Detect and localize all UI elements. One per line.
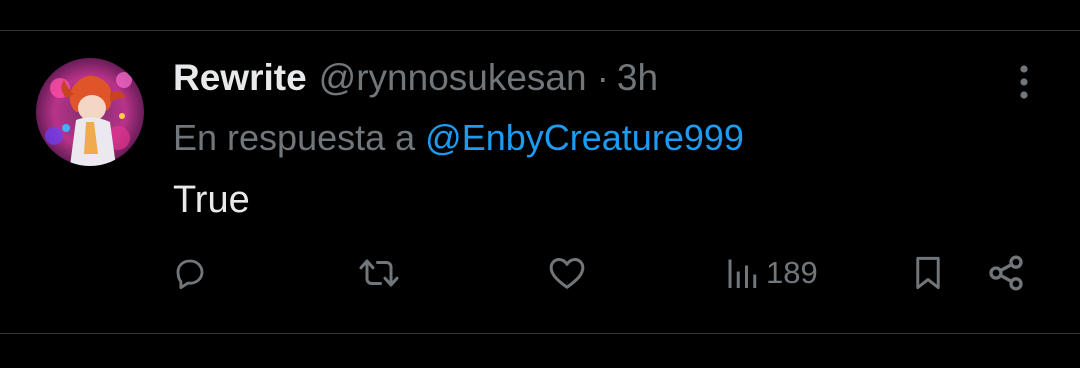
- reply-context: En respuesta a @EnbyCreature999: [173, 115, 744, 161]
- more-vertical-icon: [1020, 65, 1028, 99]
- reply-prefix: En respuesta a: [173, 117, 416, 158]
- reply-mention-link[interactable]: @EnbyCreature999: [425, 117, 744, 158]
- reply-button[interactable]: [172, 250, 208, 296]
- avatar[interactable]: [36, 58, 144, 166]
- views-bar-chart-icon: [728, 259, 757, 288]
- views-count: 189: [766, 255, 818, 290]
- tweet-header: Rewrite @rynnosukesan · 3h: [173, 56, 658, 100]
- views-button[interactable]: 189: [724, 250, 818, 296]
- more-options-button[interactable]: [1006, 62, 1042, 102]
- share-icon: [989, 255, 1023, 291]
- avatar-image: [36, 58, 144, 166]
- display-name[interactable]: Rewrite: [173, 56, 307, 100]
- separator-dot: ·: [596, 57, 609, 98]
- share-button[interactable]: [986, 250, 1026, 296]
- bookmark-icon: [916, 256, 940, 290]
- tweet-text: True: [173, 179, 250, 221]
- user-handle[interactable]: @rynnosukesan: [319, 56, 587, 100]
- like-button[interactable]: [548, 250, 586, 296]
- reply-icon: [176, 259, 204, 290]
- action-bar: 189: [0, 250, 1080, 296]
- retweet-icon: [359, 259, 399, 287]
- timestamp[interactable]: 3h: [617, 56, 658, 100]
- heart-icon: [549, 258, 585, 289]
- bookmark-button[interactable]: [910, 250, 946, 296]
- bottom-divider: [0, 333, 1080, 334]
- retweet-button[interactable]: [358, 250, 400, 296]
